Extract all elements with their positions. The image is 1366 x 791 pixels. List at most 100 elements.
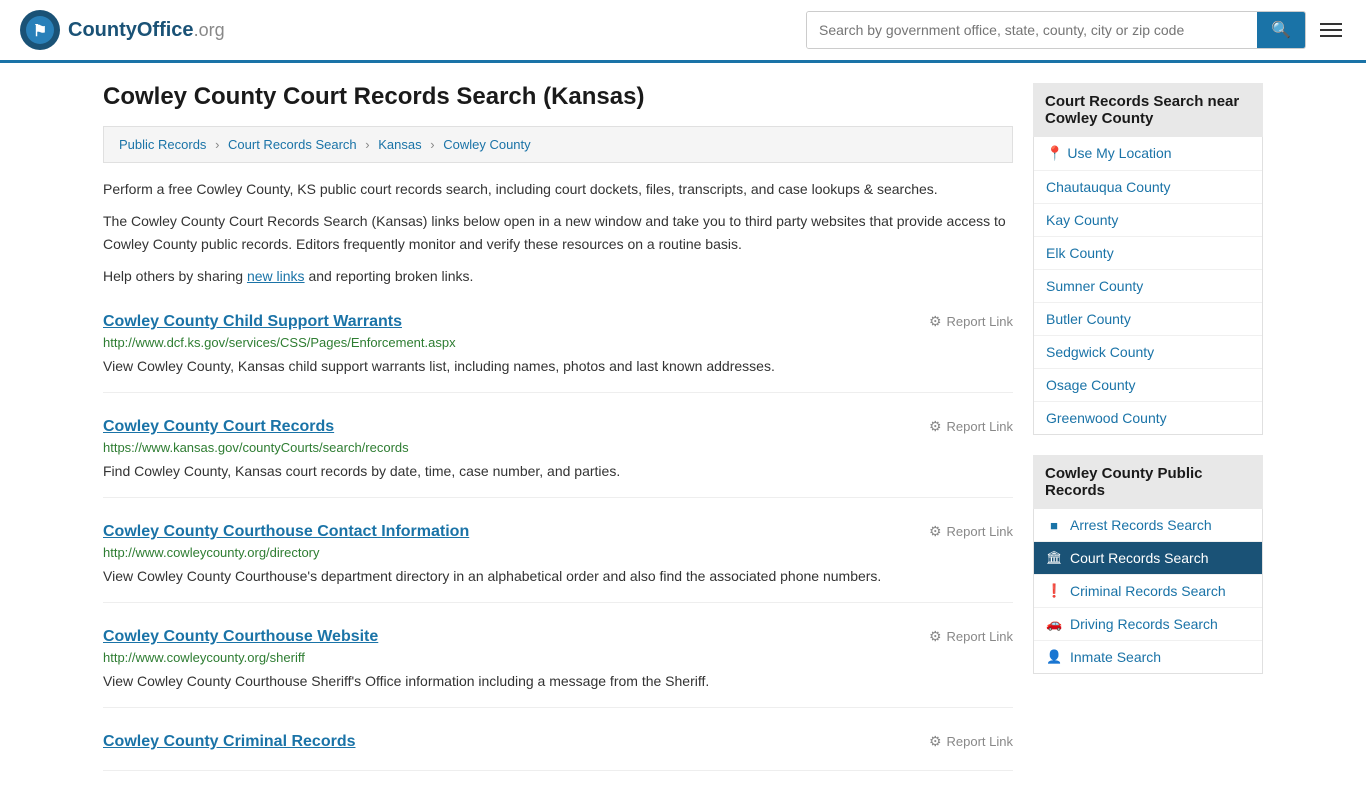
result-title-row: Cowley County Court Records ⚙ Report Lin…	[103, 418, 1013, 436]
nearby-county-link[interactable]: Chautauqua County	[1034, 171, 1262, 203]
report-link[interactable]: ⚙ Report Link	[929, 313, 1013, 330]
report-label: Report Link	[947, 629, 1013, 644]
search-button[interactable]: 🔍	[1257, 12, 1305, 48]
result-title-link[interactable]: Cowley County Courthouse Website	[103, 628, 378, 646]
driving-icon: 🚗	[1046, 616, 1062, 632]
report-link[interactable]: ⚙ Report Link	[929, 523, 1013, 540]
breadcrumb-cowley[interactable]: Cowley County	[443, 137, 530, 152]
result-item: Cowley County Courthouse Contact Informa…	[103, 523, 1013, 603]
content-area: Cowley County Court Records Search (Kans…	[103, 83, 1013, 771]
logo-icon: ⚑	[20, 10, 60, 50]
result-title-row: Cowley County Courthouse Contact Informa…	[103, 523, 1013, 541]
nearby-county-link[interactable]: Greenwood County	[1034, 402, 1262, 434]
public-records-item[interactable]: 🚗 Driving Records Search	[1034, 608, 1262, 641]
breadcrumb-sep-2: ›	[365, 137, 369, 152]
use-location-link[interactable]: 📍 Use My Location	[1034, 137, 1262, 170]
criminal-records-label: Criminal Records Search	[1070, 583, 1226, 599]
nearby-county-item[interactable]: Sedgwick County	[1034, 336, 1262, 369]
result-item: Cowley County Criminal Records ⚙ Report …	[103, 733, 1013, 771]
breadcrumb-court-records[interactable]: Court Records Search	[228, 137, 357, 152]
report-link[interactable]: ⚙ Report Link	[929, 628, 1013, 645]
result-item: Cowley County Courthouse Website ⚙ Repor…	[103, 628, 1013, 708]
report-link[interactable]: ⚙ Report Link	[929, 733, 1013, 750]
breadcrumb-public-records[interactable]: Public Records	[119, 137, 206, 152]
nearby-county-link[interactable]: Sedgwick County	[1034, 336, 1262, 368]
nearby-counties-list: 📍 Use My Location Chautauqua County Kay …	[1033, 137, 1263, 435]
arrest-records-link[interactable]: ■ Arrest Records Search	[1034, 509, 1262, 541]
desc3-prefix: Help others by sharing	[103, 268, 247, 284]
criminal-records-link[interactable]: ❗ Criminal Records Search	[1034, 575, 1262, 607]
result-item: Cowley County Court Records ⚙ Report Lin…	[103, 418, 1013, 498]
report-label: Report Link	[947, 524, 1013, 539]
location-pin-icon: 📍	[1046, 145, 1063, 161]
use-location-label: Use My Location	[1067, 145, 1171, 161]
result-title-link[interactable]: Cowley County Court Records	[103, 418, 334, 436]
public-records-list: ■ Arrest Records Search 🏛 Court Records …	[1033, 509, 1263, 674]
report-icon: ⚙	[929, 733, 942, 750]
result-title-link[interactable]: Cowley County Child Support Warrants	[103, 313, 402, 331]
sidebar: Court Records Search near Cowley County …	[1033, 83, 1263, 771]
logo-text: CountyOffice.org	[68, 19, 225, 42]
public-records-item[interactable]: ❗ Criminal Records Search	[1034, 575, 1262, 608]
public-records-item[interactable]: ■ Arrest Records Search	[1034, 509, 1262, 542]
report-label: Report Link	[947, 419, 1013, 434]
search-input[interactable]	[807, 12, 1257, 48]
report-icon: ⚙	[929, 313, 942, 330]
result-title-row: Cowley County Criminal Records ⚙ Report …	[103, 733, 1013, 751]
nearby-county-item[interactable]: Chautauqua County	[1034, 171, 1262, 204]
nearby-county-link[interactable]: Sumner County	[1034, 270, 1262, 302]
result-url: http://www.cowleycounty.org/sheriff	[103, 650, 1013, 665]
menu-line-3	[1320, 35, 1342, 37]
page-title: Cowley County Court Records Search (Kans…	[103, 83, 1013, 111]
use-location-item[interactable]: 📍 Use My Location	[1034, 137, 1262, 171]
arrest-icon: ■	[1046, 518, 1062, 533]
result-desc: View Cowley County Courthouse's departme…	[103, 566, 1013, 587]
result-title-row: Cowley County Child Support Warrants ⚙ R…	[103, 313, 1013, 331]
search-area: 🔍	[806, 11, 1346, 49]
new-links-link[interactable]: new links	[247, 268, 305, 284]
result-title-link[interactable]: Cowley County Criminal Records	[103, 733, 356, 751]
inmate-search-link[interactable]: 👤 Inmate Search	[1034, 641, 1262, 673]
criminal-icon: ❗	[1046, 583, 1062, 599]
court-icon: 🏛	[1046, 550, 1062, 566]
nearby-county-item[interactable]: Greenwood County	[1034, 402, 1262, 434]
report-label: Report Link	[947, 734, 1013, 749]
result-url: http://www.dcf.ks.gov/services/CSS/Pages…	[103, 335, 1013, 350]
logo-area: ⚑ CountyOffice.org	[20, 10, 225, 50]
court-records-link[interactable]: 🏛 Court Records Search	[1034, 542, 1262, 574]
result-desc: Find Cowley County, Kansas court records…	[103, 461, 1013, 482]
driving-records-label: Driving Records Search	[1070, 616, 1218, 632]
public-records-item-active[interactable]: 🏛 Court Records Search	[1034, 542, 1262, 575]
result-title-link[interactable]: Cowley County Courthouse Contact Informa…	[103, 523, 469, 541]
report-link[interactable]: ⚙ Report Link	[929, 418, 1013, 435]
menu-button[interactable]	[1316, 19, 1346, 41]
public-records-header: Cowley County Public Records	[1033, 455, 1263, 509]
nearby-county-link[interactable]: Butler County	[1034, 303, 1262, 335]
menu-line-1	[1320, 23, 1342, 25]
report-icon: ⚙	[929, 523, 942, 540]
nearby-county-item[interactable]: Butler County	[1034, 303, 1262, 336]
nearby-county-item[interactable]: Kay County	[1034, 204, 1262, 237]
inmate-search-label: Inmate Search	[1070, 649, 1161, 665]
driving-records-link[interactable]: 🚗 Driving Records Search	[1034, 608, 1262, 640]
menu-line-2	[1320, 29, 1342, 31]
report-icon: ⚙	[929, 628, 942, 645]
arrest-records-label: Arrest Records Search	[1070, 517, 1212, 533]
nearby-county-item[interactable]: Sumner County	[1034, 270, 1262, 303]
nearby-county-link[interactable]: Kay County	[1034, 204, 1262, 236]
result-url: https://www.kansas.gov/countyCourts/sear…	[103, 440, 1013, 455]
public-records-section: Cowley County Public Records ■ Arrest Re…	[1033, 455, 1263, 674]
result-item: Cowley County Child Support Warrants ⚙ R…	[103, 313, 1013, 393]
court-records-label: Court Records Search	[1070, 550, 1209, 566]
breadcrumb-sep-3: ›	[430, 137, 434, 152]
nearby-county-item[interactable]: Osage County	[1034, 369, 1262, 402]
nearby-county-item[interactable]: Elk County	[1034, 237, 1262, 270]
description-2: The Cowley County Court Records Search (…	[103, 210, 1013, 255]
main-container: Cowley County Court Records Search (Kans…	[83, 63, 1283, 791]
nearby-county-link[interactable]: Osage County	[1034, 369, 1262, 401]
nearby-county-link[interactable]: Elk County	[1034, 237, 1262, 269]
public-records-item[interactable]: 👤 Inmate Search	[1034, 641, 1262, 673]
breadcrumb-kansas[interactable]: Kansas	[378, 137, 421, 152]
svg-text:⚑: ⚑	[33, 23, 47, 40]
nearby-section: Court Records Search near Cowley County …	[1033, 83, 1263, 435]
